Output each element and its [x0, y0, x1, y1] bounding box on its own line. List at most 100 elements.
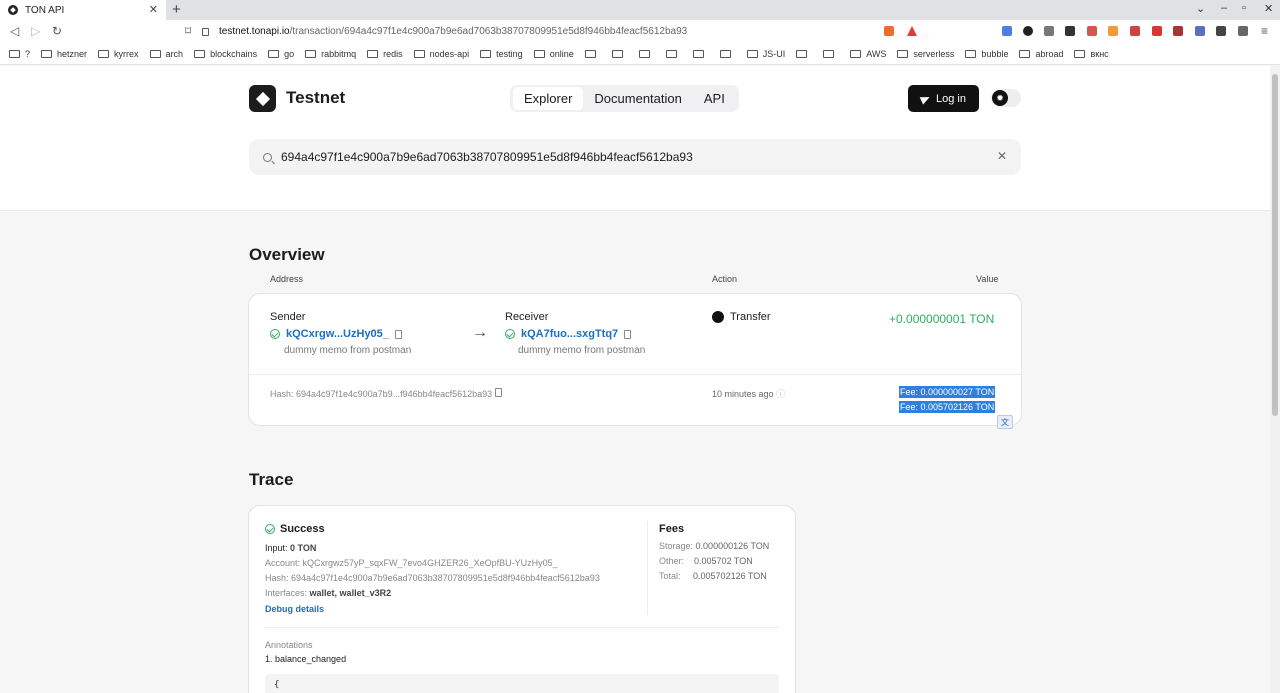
copy-icon[interactable]	[394, 329, 402, 339]
search-bar[interactable]: 694a4c97f1e4c900a7b9e6ad7063b38707809951…	[249, 139, 1021, 175]
search-input[interactable]: 694a4c97f1e4c900a7b9e6ad7063b38707809951…	[281, 150, 693, 164]
brand-name[interactable]: Testnet	[286, 88, 345, 108]
extension-check-icon[interactable]	[1195, 26, 1205, 36]
bookmark-folder[interactable]: arch	[149, 49, 183, 59]
bookmark-folder[interactable]: вкнс	[1074, 49, 1109, 59]
transfer-icon	[712, 311, 724, 323]
bookmark-folder[interactable]: nodes-api	[413, 49, 469, 59]
sender-label: Sender	[270, 311, 306, 323]
extensions-puzzle-icon[interactable]	[1216, 26, 1226, 36]
extension-cube-icon[interactable]	[1065, 26, 1075, 36]
browser-tab-bar: TON API ✕ + ⌄ – ▫ ✕	[0, 0, 1280, 20]
folder-icon	[850, 49, 862, 58]
folder-icon	[305, 49, 317, 58]
ton-logo-icon[interactable]	[249, 85, 276, 112]
main-nav: Explorer Documentation API	[510, 85, 739, 112]
sender-address[interactable]: kQCxrgw...UzHy05_	[270, 328, 402, 340]
metamask-icon[interactable]	[1108, 26, 1118, 36]
folder-icon	[194, 49, 206, 58]
search-icon	[263, 152, 272, 162]
bookmark-folder[interactable]	[796, 49, 812, 58]
bookmark-folder[interactable]: ?	[9, 49, 30, 59]
info-icon[interactable]: ⓘ	[776, 389, 785, 399]
trace-input: Input: 0 TON	[265, 543, 317, 553]
folder-icon	[897, 49, 909, 58]
copy-icon[interactable]	[495, 388, 503, 397]
reload-icon[interactable]: ↻	[52, 24, 62, 38]
bookmark-folder[interactable]	[665, 49, 682, 58]
folder-icon	[98, 49, 110, 58]
bookmark-folder[interactable]: online	[533, 49, 574, 59]
fee-line-1: Fee: 0.000000027 TON	[899, 386, 996, 398]
close-tab-icon[interactable]: ✕	[149, 3, 158, 16]
scrollbar-thumb[interactable]	[1272, 74, 1278, 416]
bookmark-folder[interactable]: redis	[367, 49, 403, 59]
login-button[interactable]: Log in	[908, 85, 979, 112]
bookmark-folder[interactable]: blockchains	[194, 49, 257, 59]
minimize-icon[interactable]: –	[1221, 2, 1227, 14]
trace-hash: Hash: 694a4c97f1e4c900a7b9e6ad7063b38707…	[265, 573, 600, 583]
window-close-icon[interactable]: ✕	[1264, 2, 1273, 15]
browser-tab[interactable]: TON API ✕	[0, 0, 166, 20]
extension-badge-icon[interactable]	[1087, 26, 1097, 36]
bookmark-folder[interactable]: rabbitmq	[305, 49, 356, 59]
bookmark-icon[interactable]: ⌑	[185, 24, 191, 38]
folder-icon	[746, 49, 758, 58]
back-icon[interactable]: ◁	[10, 24, 19, 38]
fee-line-2: Fee: 0.005702126 TON	[899, 401, 996, 413]
receiver-address[interactable]: kQA7fuo...sxgTtq7	[505, 328, 632, 340]
nav-api[interactable]: API	[693, 87, 736, 110]
extension-red-icon[interactable]	[1152, 26, 1162, 36]
forward-icon[interactable]: ▷	[31, 24, 40, 38]
bookmark-folder[interactable]	[638, 49, 655, 58]
folder-icon	[41, 49, 53, 58]
debug-details-link[interactable]: Debug details	[265, 604, 324, 614]
extension-toggle-icon[interactable]	[1130, 26, 1140, 36]
bookmark-folder[interactable]: hetzner	[41, 49, 87, 59]
brave-shield-icon[interactable]	[884, 26, 894, 36]
url-path: /transaction/694a4c97f1e4c900a7b9e6ad706…	[289, 26, 688, 37]
folder-icon	[149, 49, 161, 58]
bookmark-folder[interactable]: go	[268, 49, 294, 59]
bookmark-folder[interactable]	[692, 49, 709, 58]
bookmark-folder[interactable]: bubble	[965, 49, 1008, 59]
bookmark-folder[interactable]: kyrrex	[98, 49, 139, 59]
bookmark-folder[interactable]	[584, 49, 601, 58]
sun-icon: ✹	[992, 90, 1008, 106]
tab-search-icon[interactable]: ⌄	[1196, 2, 1205, 15]
bookmark-folder[interactable]: testing	[480, 49, 523, 59]
bookmark-folder[interactable]: abroad	[1019, 49, 1063, 59]
wallet-icon[interactable]	[1238, 26, 1248, 36]
fee-storage: Storage: 0.000000126 TON	[659, 541, 770, 551]
menu-icon[interactable]: ≡	[1261, 24, 1268, 38]
nav-explorer[interactable]: Explorer	[513, 87, 584, 110]
copy-icon[interactable]	[624, 329, 632, 339]
clear-search-icon[interactable]: ✕	[997, 149, 1007, 163]
annotations-title: Annotations	[265, 640, 313, 650]
theme-toggle[interactable]: ✹	[991, 89, 1021, 107]
bookmark-folder[interactable]	[823, 49, 839, 58]
bookmark-folder[interactable]: JS-UI	[746, 49, 785, 59]
new-tab-icon[interactable]: +	[172, 1, 181, 18]
fee-other: Other: 0.005702 TON	[659, 556, 753, 566]
page-scrollbar[interactable]	[1270, 66, 1280, 693]
receiver-label: Receiver	[505, 311, 549, 323]
extension-sync-icon[interactable]	[1023, 26, 1033, 36]
bookmark-folder[interactable]: AWS	[850, 49, 886, 59]
restore-icon[interactable]: ▫	[1242, 2, 1246, 14]
bookmark-folder[interactable]	[719, 49, 736, 58]
nav-documentation[interactable]: Documentation	[583, 87, 692, 110]
bookmark-folder[interactable]	[611, 49, 628, 58]
folder-icon	[367, 49, 379, 58]
extension-screen-icon[interactable]	[1044, 26, 1054, 36]
url-field[interactable]: testnet.tonapi.io/transaction/694a4c97f1…	[202, 23, 924, 40]
column-value: Value	[976, 274, 999, 284]
fees-title: Fees	[659, 523, 685, 535]
folder-icon	[823, 49, 835, 58]
tonapi-favicon-icon	[8, 5, 18, 15]
translate-ext-icon[interactable]	[1002, 26, 1012, 36]
bookmarks-bar: ? hetzner kyrrex arch blockchains go rab…	[0, 43, 1280, 65]
extension-four-icon[interactable]	[1173, 26, 1183, 36]
bookmark-folder[interactable]: serverless	[897, 49, 954, 59]
translate-popup-icon[interactable]: 文	[997, 415, 1013, 429]
